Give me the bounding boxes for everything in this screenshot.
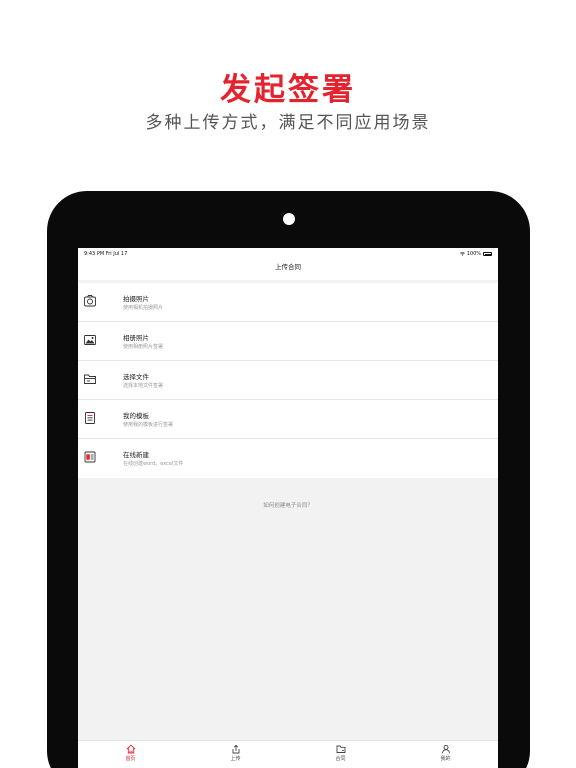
- menu-item-desc: 使用相机拍摄照片: [123, 305, 164, 311]
- menu-item-title: 在线新建: [123, 451, 149, 459]
- menu-item-title: 相册照片: [123, 334, 149, 342]
- upload-options-list: 拍摄照片 使用相机拍摄照片 相册照片 使用相册照片签署 选择文件 选择本地文件签…: [78, 283, 498, 478]
- tab-label: 我的: [440, 756, 451, 762]
- nav-bar: 上传合同: [78, 260, 498, 280]
- tab-label: 合同: [335, 756, 346, 762]
- profile-icon: [441, 744, 450, 754]
- menu-item-desc: 选择本地文件签署: [123, 383, 164, 389]
- menu-item-desc: 使用相册照片签署: [123, 344, 164, 350]
- subheadline: 多种上传方式，满足不同应用场景: [145, 113, 431, 133]
- front-camera: [283, 213, 295, 225]
- menu-item-album-photo[interactable]: 相册照片 使用相册照片签署: [78, 322, 498, 361]
- menu-item-title: 选择文件: [123, 373, 149, 381]
- new-document-icon: [84, 451, 96, 463]
- tab-upload[interactable]: 上传: [183, 741, 288, 768]
- folder-icon: [84, 374, 96, 384]
- battery-icon: [483, 252, 492, 256]
- status-indicators: 100%: [459, 251, 492, 257]
- wifi-icon: [459, 252, 465, 256]
- app-screen: 9:43 PM Fri Jul 17 100% 上传合同 拍摄照片 使用相机拍摄…: [78, 248, 498, 768]
- tab-label: 上传: [230, 756, 241, 762]
- tab-profile[interactable]: 我的: [393, 741, 498, 768]
- template-icon: [85, 412, 95, 424]
- tab-label: 首页: [125, 756, 136, 762]
- home-icon: [126, 744, 135, 754]
- tab-contracts[interactable]: 合同: [288, 741, 393, 768]
- status-bar: 9:43 PM Fri Jul 17 100%: [78, 248, 498, 260]
- contract-folder-icon: [336, 745, 345, 753]
- menu-item-desc: 在线创建word、excel文件: [123, 461, 184, 467]
- tab-bar: 首页 上传 合同 我的: [78, 740, 498, 768]
- status-time: 9:43 PM Fri Jul 17: [84, 251, 128, 257]
- menu-item-title: 拍摄照片: [123, 295, 149, 303]
- upload-icon: [232, 744, 239, 754]
- help-link-create-contract[interactable]: 如何创建电子合同？: [78, 501, 498, 509]
- tab-home[interactable]: 首页: [78, 741, 183, 768]
- menu-item-title: 我的模板: [123, 412, 149, 420]
- menu-item-create-online[interactable]: 在线新建 在线创建word、excel文件: [78, 439, 498, 478]
- battery-percent: 100%: [466, 251, 481, 257]
- photo-album-icon: [84, 335, 96, 345]
- menu-item-take-photo[interactable]: 拍摄照片 使用相机拍摄照片: [78, 283, 498, 322]
- menu-item-desc: 使用我的模板进行签署: [123, 422, 174, 428]
- camera-icon: [84, 295, 96, 307]
- menu-item-my-templates[interactable]: 我的模板 使用我的模板进行签署: [78, 400, 498, 439]
- headline: 发起签署: [220, 72, 356, 108]
- menu-item-select-file[interactable]: 选择文件 选择本地文件签署: [78, 361, 498, 400]
- page-title: 上传合同: [275, 263, 301, 271]
